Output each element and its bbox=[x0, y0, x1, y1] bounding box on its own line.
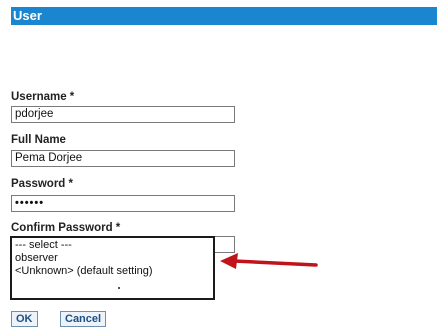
dropdown-option-unknown[interactable]: <Unknown> (default setting) bbox=[15, 265, 210, 278]
username-label: Username * bbox=[11, 91, 75, 103]
dropdown-option-select[interactable]: --- select --- bbox=[15, 239, 210, 252]
user-form-page: User Username * pdorjee Full Name Pema D… bbox=[0, 0, 437, 328]
ok-button[interactable]: OK bbox=[11, 311, 38, 327]
cancel-button[interactable]: Cancel bbox=[60, 311, 107, 327]
username-field[interactable]: pdorjee bbox=[11, 106, 235, 123]
window-title: User bbox=[13, 8, 42, 23]
dropdown-dot bbox=[118, 287, 120, 289]
full-name-field[interactable]: Pema Dorjee bbox=[11, 150, 235, 167]
window-title-bar: User bbox=[11, 7, 437, 25]
annotation-arrow-icon bbox=[220, 253, 318, 269]
confirm-password-label: Confirm Password * bbox=[11, 222, 121, 234]
full-name-label: Full Name bbox=[11, 134, 66, 146]
password-field[interactable]: •••••• bbox=[11, 195, 235, 212]
role-dropdown-list[interactable]: --- select --- observer <Unknown> (defau… bbox=[10, 236, 215, 300]
password-label: Password * bbox=[11, 178, 73, 190]
dropdown-option-observer[interactable]: observer bbox=[15, 252, 210, 265]
